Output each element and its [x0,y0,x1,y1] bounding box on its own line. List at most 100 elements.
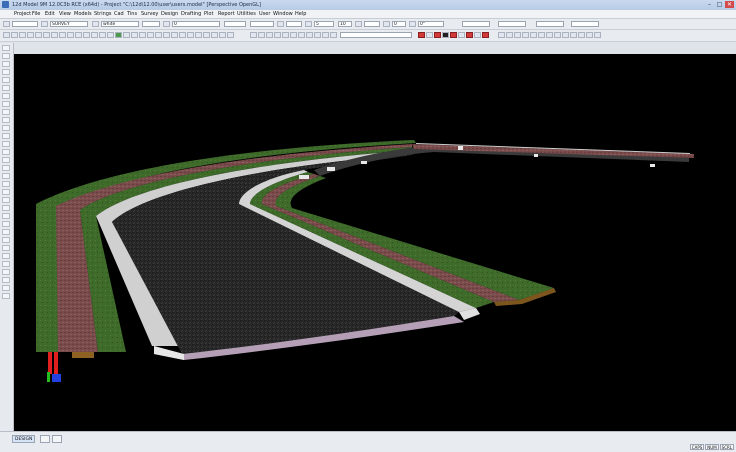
tool-b-icon[interactable] [506,32,513,38]
zoom-out-icon[interactable] [147,32,154,38]
tab-view-2[interactable] [40,435,50,443]
label-icon[interactable] [2,149,10,155]
text-size-field[interactable]: 10 [338,21,352,27]
command-field[interactable] [340,32,412,38]
offset-icon[interactable] [2,221,10,227]
red-colour-icon[interactable] [450,32,457,38]
pan-icon[interactable] [155,32,162,38]
spline-icon[interactable] [2,125,10,131]
menu-plot[interactable]: Plot [204,11,213,17]
text-style-icon[interactable] [305,21,312,27]
menu-file[interactable]: File [32,11,40,17]
perspective-viewport[interactable] [14,54,736,431]
alert-icon[interactable] [482,32,489,38]
break-icon[interactable] [2,189,10,195]
undo-icon[interactable] [282,32,289,38]
raise-field[interactable] [536,21,564,27]
tool-j-icon[interactable] [570,32,577,38]
menu-drafting[interactable]: Drafting [181,11,201,17]
align-icon[interactable] [51,32,58,38]
list-icon[interactable] [314,32,321,38]
rotation-field[interactable]: 0° [418,21,444,27]
weight-field[interactable] [286,21,302,27]
bold-icon[interactable] [27,32,34,38]
rotate-icon[interactable] [2,237,10,243]
menu-user[interactable]: User [259,11,270,17]
refresh-icon[interactable] [107,32,114,38]
paste-icon[interactable] [266,32,273,38]
join-icon[interactable] [2,197,10,203]
menu-report[interactable]: Report [218,11,235,17]
section-icon[interactable] [131,32,138,38]
scale-icon[interactable] [2,245,10,251]
symbol-icon[interactable] [75,32,82,38]
style-icon[interactable] [67,32,74,38]
menu-edit[interactable]: Edit [45,11,55,17]
pencil-icon[interactable] [2,101,10,107]
menu-strings[interactable]: Strings [94,11,112,17]
minimize-button[interactable]: – [705,1,714,8]
extend-icon[interactable] [2,213,10,219]
redo-icon[interactable] [290,32,297,38]
query-icon[interactable] [306,32,313,38]
line-icon[interactable] [2,53,10,59]
tab-design[interactable]: DESIGN [12,435,36,443]
light-icon[interactable] [187,32,194,38]
edit-icon[interactable] [2,181,10,187]
tool-l-icon[interactable] [586,32,593,38]
pause-icon[interactable] [426,32,433,38]
rotate-view-icon[interactable] [171,32,178,38]
angle-field[interactable]: 0 [392,21,406,27]
properties-icon[interactable] [2,293,10,299]
explode-icon[interactable] [2,285,10,291]
brush-icon[interactable] [2,109,10,115]
profile-icon[interactable] [123,32,130,38]
style-field[interactable] [250,21,274,27]
menu-survey[interactable]: Survey [141,11,158,17]
grid-toggle-icon[interactable] [458,32,465,38]
menu-window[interactable]: Window [273,11,293,17]
dimension-icon[interactable] [2,141,10,147]
offset-field[interactable] [498,21,526,27]
tab-view-3[interactable] [52,435,62,443]
layer-icon[interactable] [19,32,26,38]
model-field[interactable]: SURVEY [50,21,88,27]
marker-icon[interactable] [466,32,473,38]
tool-e-icon[interactable] [530,32,537,38]
orbit-icon[interactable] [179,32,186,38]
render-icon[interactable] [203,32,210,38]
colour-icon[interactable] [92,21,99,27]
measure-icon[interactable] [298,32,305,38]
texture-icon[interactable] [211,32,218,38]
grid-icon[interactable] [3,32,10,38]
tool-m-icon[interactable] [594,32,601,38]
camera-icon[interactable] [195,32,202,38]
menu-models[interactable]: Models [74,11,92,17]
black-colour-icon[interactable] [442,32,449,38]
tool-c-icon[interactable] [514,32,521,38]
pointer-icon[interactable] [3,21,10,27]
tool-g-icon[interactable] [546,32,553,38]
go-icon[interactable] [115,32,122,38]
tool-h-icon[interactable] [554,32,561,38]
chamfer-icon[interactable] [2,269,10,275]
underline-icon[interactable] [43,32,50,38]
circle-icon[interactable] [2,69,10,75]
text-icon[interactable] [2,93,10,99]
trim-icon[interactable] [2,205,10,211]
model-icon[interactable] [41,21,48,27]
rotation-icon[interactable] [409,21,416,27]
text-height-field[interactable] [364,21,380,27]
chainage-field[interactable] [224,21,246,27]
delete-icon[interactable] [274,32,281,38]
text-height-icon[interactable] [355,21,362,27]
cut-icon[interactable] [250,32,257,38]
angle-icon[interactable] [383,21,390,27]
colour-picker-icon[interactable] [99,32,106,38]
prefix-field[interactable] [12,21,38,27]
zoom-in-icon[interactable] [139,32,146,38]
copy-icon[interactable] [258,32,265,38]
menu-project[interactable]: Project [14,11,31,17]
zoom-extents-icon[interactable] [163,32,170,38]
linestyle-icon[interactable] [163,21,170,27]
